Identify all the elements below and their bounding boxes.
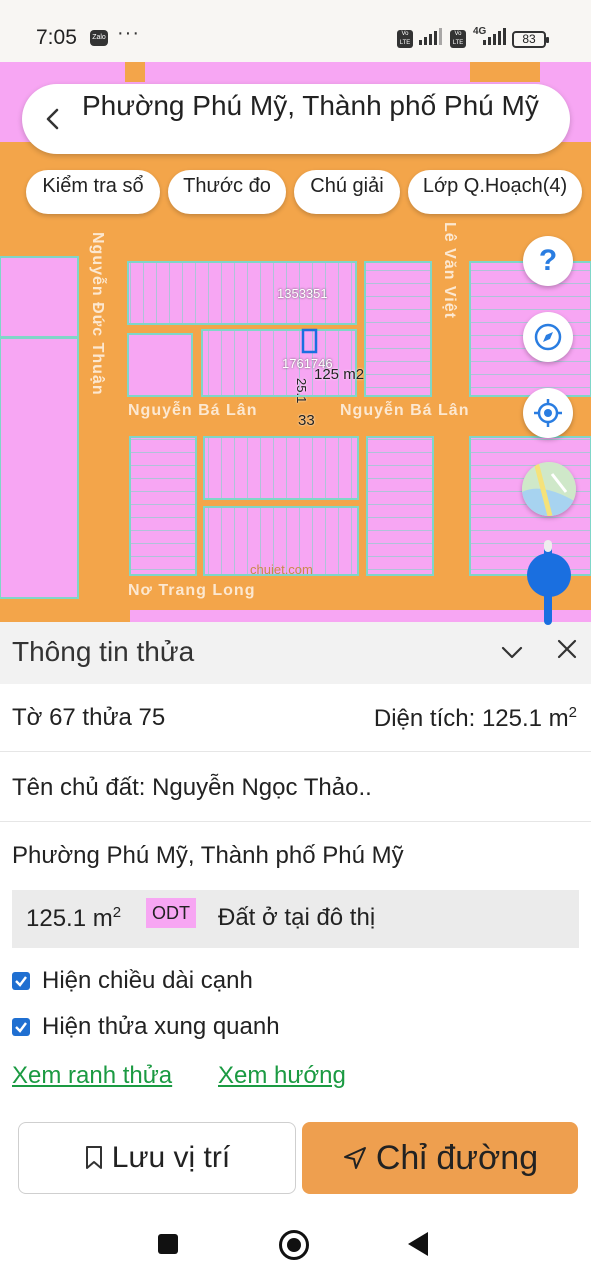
volte-icon-2: Vo LTE — [450, 30, 466, 48]
parcel-address: Phường Phú Mỹ, Thành phố Phú Mỹ — [12, 842, 404, 869]
status-time: 7:05 — [36, 26, 77, 49]
edge-length-vertical: 25.1 — [294, 378, 309, 404]
view-direction-link[interactable]: Xem hướng — [218, 1062, 346, 1090]
save-location-label: Lưu vị trí — [111, 1141, 231, 1174]
chevron-down-icon[interactable] — [500, 640, 524, 664]
bookmark-icon — [85, 1146, 102, 1169]
signal-icon — [419, 28, 442, 45]
ruler-chip[interactable]: Thước đo — [168, 170, 286, 214]
my-location-button[interactable] — [523, 388, 573, 438]
parcel-area-text: Diện tích: 125.1 m — [373, 705, 569, 732]
road-label-nguyen-duc-thuan: Nguyễn Đức Thuận — [89, 232, 106, 396]
status-bar: 7:05 Zalo ··· Vo LTE Vo LTE 4G 83 — [0, 0, 591, 62]
view-boundary-link[interactable]: Xem ranh thửa — [12, 1062, 172, 1090]
target-icon — [534, 399, 562, 427]
save-location-button[interactable]: Lưu vị trí — [18, 1122, 296, 1194]
system-nav-bar — [0, 1210, 591, 1280]
owner-name: Tên chủ đất: Nguyễn Ngọc Thảo.. — [12, 774, 372, 801]
parcel-label-top: 1353351 — [277, 286, 328, 301]
parcel-area-unit-sup: 2 — [568, 704, 577, 721]
address-row: Phường Phú Mỹ, Thành phố Phú Mỹ — [0, 822, 591, 888]
location-header: Phường Phú Mỹ, Thành phố Phú Mỹ — [22, 84, 570, 154]
chip-label: Thước đo — [183, 175, 271, 197]
checkbox-checked-icon[interactable] — [12, 972, 30, 990]
checkbox-label: Hiện thửa xung quanh — [42, 1013, 280, 1040]
checkbox-label: Hiện chiều dài cạnh — [42, 967, 253, 994]
show-edge-length-checkbox[interactable]: Hiện chiều dài cạnh — [12, 966, 253, 996]
chip-label: Lớp Q.Hoạch(4) — [422, 175, 568, 197]
land-use-row: 125.1 m2 ODT Đất ở tại đô thị — [12, 890, 579, 948]
chip-label: Chú giải — [310, 175, 384, 197]
owner-row: Tên chủ đất: Nguyễn Ngọc Thảo.. — [0, 752, 591, 822]
checkbox-checked-icon[interactable] — [12, 1018, 30, 1036]
parcel-area-label: 125 m2 — [314, 366, 365, 383]
planning-layer-chip[interactable]: Lớp Q.Hoạch(4) — [408, 170, 582, 214]
close-icon[interactable] — [556, 638, 578, 660]
road-label-no-trang-long: Nơ Trang Long — [128, 582, 256, 599]
navigation-arrow-icon — [343, 1147, 366, 1169]
battery-icon: 83 — [512, 31, 549, 48]
parcel-area: Diện tích: 125.1 m2 — [374, 704, 577, 733]
road-label-nguyen-ba-lan-left: Nguyễn Bá Lân — [128, 402, 258, 419]
panel-title: Thông tin thửa — [12, 636, 195, 667]
chip-label: Kiểm tra sổ — [42, 175, 144, 197]
home-icon[interactable] — [279, 1230, 309, 1260]
help-button[interactable]: ? — [523, 236, 573, 286]
help-icon: ? — [538, 244, 558, 277]
directions-label: Chỉ đường — [375, 1138, 539, 1177]
zalo-notification-icon: Zalo — [90, 30, 108, 46]
map-watermark: chuiet.com — [250, 562, 313, 577]
parcel-id-row: Tờ 67 thửa 75 Diện tích: 125.1 m2 — [0, 684, 591, 752]
compass-button[interactable] — [523, 312, 573, 362]
nav-back-icon[interactable] — [408, 1232, 428, 1256]
back-icon[interactable] — [40, 104, 66, 134]
land-use-area-text: 125.1 m — [26, 905, 113, 932]
legend-chip[interactable]: Chú giải — [294, 170, 400, 214]
road-label-le-van-viet: Lê Văn Việt — [441, 222, 458, 319]
land-use-description: Đất ở tại đô thị — [218, 904, 376, 931]
check-certificate-chip[interactable]: Kiểm tra sổ — [26, 170, 160, 214]
signal-icon-2 — [483, 28, 506, 45]
edge-length-bottom: 33 — [298, 412, 315, 429]
land-use-area-sup: 2 — [112, 904, 122, 921]
layers-icon — [522, 462, 576, 516]
compass-icon — [534, 323, 562, 351]
volte-icon: Vo LTE — [397, 30, 413, 48]
land-use-code-badge: ODT — [146, 898, 196, 928]
zoom-slider-knob[interactable] — [527, 553, 571, 597]
directions-button[interactable]: Chỉ đường — [302, 1122, 578, 1194]
location-title: Phường Phú Mỹ, Thành phố Phú Mỹ — [82, 90, 539, 121]
layers-button[interactable] — [522, 462, 576, 516]
road-label-nguyen-ba-lan-right: Nguyễn Bá Lân — [340, 402, 470, 419]
screen: 7:05 Zalo ··· Vo LTE Vo LTE 4G 83 Nguyễn… — [0, 0, 591, 1280]
parcel-info-panel: Thông tin thửa Tờ 67 thửa 75 Diện tích: … — [0, 622, 591, 1210]
panel-header: Thông tin thửa — [0, 622, 591, 684]
zoom-slider-end — [544, 540, 552, 552]
land-use-area: 125.1 m2 — [26, 904, 121, 933]
more-notifications-icon: ··· — [117, 22, 140, 44]
sheet-parcel-number: Tờ 67 thửa 75 — [12, 704, 166, 731]
show-surrounding-parcels-checkbox[interactable]: Hiện thửa xung quanh — [12, 1012, 280, 1042]
recent-apps-icon[interactable] — [158, 1234, 178, 1254]
